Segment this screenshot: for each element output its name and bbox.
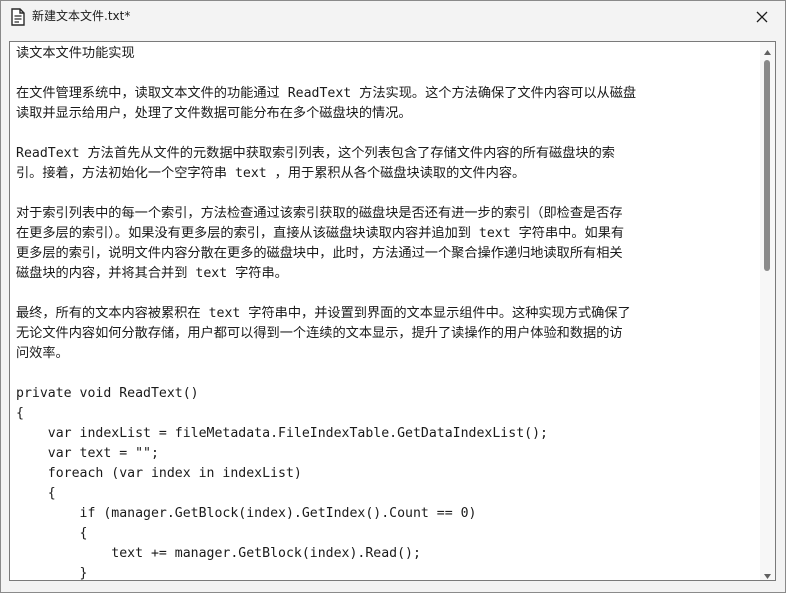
title-bar[interactable]: 新建文本文件.txt* <box>1 1 785 33</box>
text-line[interactable]: 在更多层的索引）。如果没有更多层的索引，直接从该磁盘块读取内容并追加到 text… <box>16 224 754 244</box>
document-icon <box>10 8 26 26</box>
text-line[interactable]: } <box>16 564 754 580</box>
close-button[interactable] <box>739 1 785 33</box>
chevron-down-icon <box>764 564 771 581</box>
text-line[interactable]: 对于索引列表中的每一个索引，方法检查通过该索引获取的磁盘块是否还有进一步的索引（… <box>16 204 754 224</box>
text-line[interactable] <box>16 284 754 304</box>
window-title: 新建文本文件.txt* <box>32 9 131 23</box>
text-line[interactable]: var indexList = fileMetadata.FileIndexTa… <box>16 424 754 444</box>
notepad-window: 新建文本文件.txt* 读文本文件功能实现 在文件管理系统中，读取文本文件的功能通… <box>0 0 786 593</box>
text-line[interactable]: 磁盘块的内容，并将其合并到 text 字符串。 <box>16 264 754 284</box>
text-line[interactable]: { <box>16 404 754 424</box>
editor-content[interactable]: 读文本文件功能实现 在文件管理系统中，读取文本文件的功能通过 ReadText 方… <box>16 44 754 580</box>
text-line[interactable]: 读取并显示给用户，处理了文件数据可能分布在多个磁盘块的情况。 <box>16 104 754 124</box>
text-line[interactable] <box>16 184 754 204</box>
text-line[interactable]: { <box>16 484 754 504</box>
text-line[interactable] <box>16 64 754 84</box>
vertical-scrollbar[interactable] <box>760 42 775 580</box>
text-line[interactable]: foreach (var index in indexList) <box>16 464 754 484</box>
text-line[interactable]: private void ReadText() <box>16 384 754 404</box>
text-line[interactable]: text += manager.GetBlock(index).Read(); <box>16 544 754 564</box>
scroll-up-button[interactable] <box>760 42 775 56</box>
close-icon <box>756 8 768 27</box>
text-editor[interactable]: 读文本文件功能实现 在文件管理系统中，读取文本文件的功能通过 ReadText 方… <box>9 41 776 581</box>
text-line[interactable]: 最终，所有的文本内容被累积在 text 字符串中，并设置到界面的文本显示组件中。… <box>16 304 754 324</box>
text-line[interactable]: var text = ""; <box>16 444 754 464</box>
text-line[interactable]: { <box>16 524 754 544</box>
scrollbar-thumb[interactable] <box>764 60 770 271</box>
text-line[interactable]: 无论文件内容如何分散存储，用户都可以得到一个连续的文本显示，提升了读操作的用户体… <box>16 324 754 344</box>
text-line[interactable]: if (manager.GetBlock(index).GetIndex().C… <box>16 504 754 524</box>
scroll-down-button[interactable] <box>760 566 775 580</box>
text-line[interactable]: 在文件管理系统中，读取文本文件的功能通过 ReadText 方法实现。这个方法确… <box>16 84 754 104</box>
text-line[interactable]: 问效率。 <box>16 344 754 364</box>
chevron-up-icon <box>764 42 771 59</box>
text-line[interactable]: 更多层的索引，说明文件内容分散在更多的磁盘块中，此时，方法通过一个聚合操作递归地… <box>16 244 754 264</box>
text-line[interactable] <box>16 364 754 384</box>
text-line[interactable]: 读文本文件功能实现 <box>16 44 754 64</box>
text-line[interactable] <box>16 124 754 144</box>
text-line[interactable]: 引。接着，方法初始化一个空字符串 text ，用于累积从各个磁盘块读取的文件内容… <box>16 164 754 184</box>
text-line[interactable]: ReadText 方法首先从文件的元数据中获取索引列表，这个列表包含了存储文件内… <box>16 144 754 164</box>
